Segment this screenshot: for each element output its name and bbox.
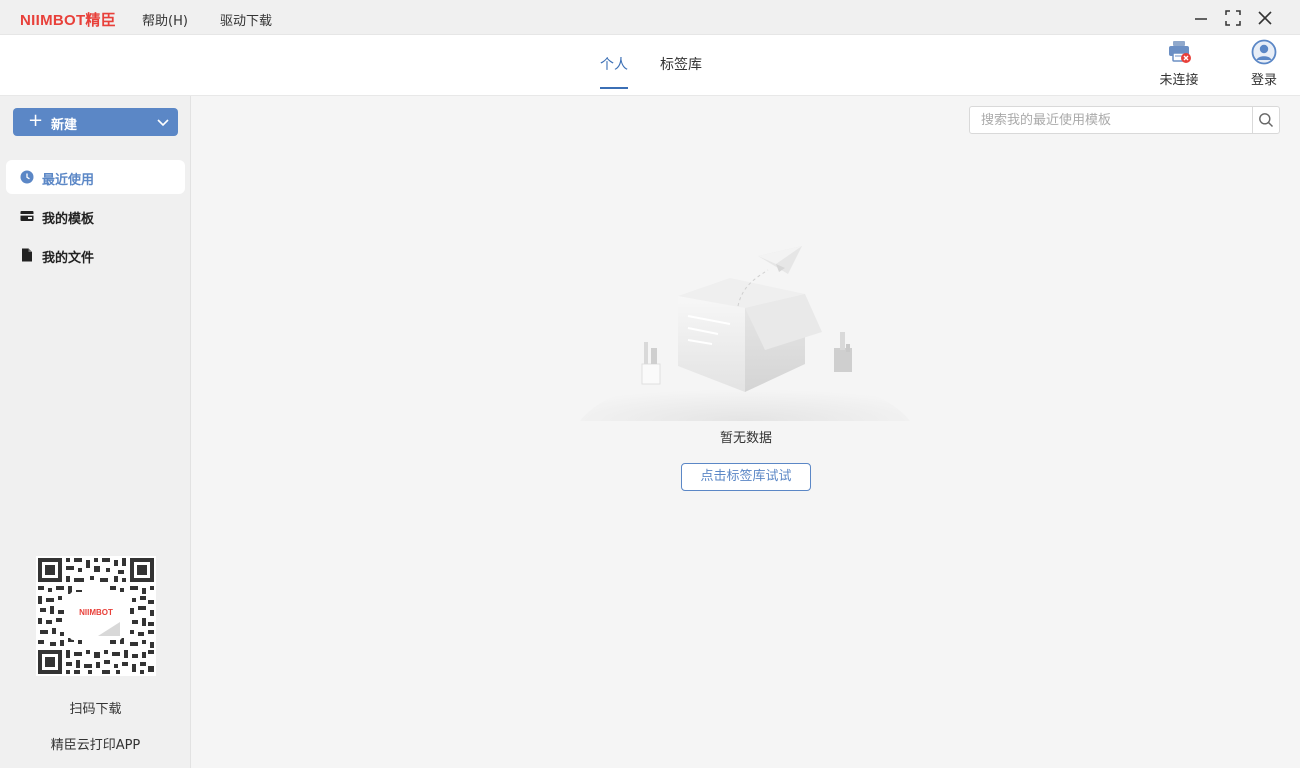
- sidebar-item-label: 最近使用: [42, 169, 94, 188]
- new-button-label: 新建: [51, 114, 77, 133]
- menu-driver-download[interactable]: 驱动下载: [220, 10, 272, 29]
- try-label-library-button[interactable]: 点击标签库试试: [681, 463, 811, 491]
- qr-caption-app: 精臣云打印APP: [0, 734, 191, 753]
- top-nav: 个人 标签库 未连接 登录: [0, 35, 1300, 96]
- file-icon: [20, 248, 34, 262]
- app-logo: NIIMBOT精臣: [20, 9, 116, 30]
- empty-box-illustration: [580, 236, 910, 426]
- sidebar-item-label: 我的模板: [42, 208, 94, 227]
- printer-disconnected-icon: [1166, 39, 1192, 65]
- tab-personal[interactable]: 个人: [600, 54, 628, 74]
- search-button[interactable]: [1252, 107, 1279, 133]
- user-icon: [1251, 39, 1277, 65]
- template-icon: [20, 209, 34, 223]
- login-label: 登录: [1239, 69, 1289, 88]
- download-qr-code: NIIMBOT: [36, 556, 156, 676]
- menu-help[interactable]: 帮助(H): [142, 10, 188, 29]
- qr-center-logo: NIIMBOT: [70, 608, 122, 617]
- tab-label-library[interactable]: 标签库: [660, 54, 702, 74]
- minimize-icon[interactable]: [1189, 6, 1213, 30]
- search-box: [969, 106, 1280, 134]
- search-icon: [1258, 112, 1274, 128]
- qr-caption-scan: 扫码下载: [0, 698, 191, 717]
- maximize-icon[interactable]: [1221, 6, 1245, 30]
- empty-state-text: 暂无数据: [0, 427, 1300, 446]
- login-button[interactable]: 登录: [1239, 39, 1289, 89]
- title-bar: NIIMBOT精臣 帮助(H) 驱动下载: [0, 0, 1300, 35]
- printer-status-label: 未连接: [1154, 69, 1204, 88]
- sidebar-item-my-files[interactable]: 我的文件: [6, 238, 185, 272]
- plus-icon: +: [28, 112, 43, 130]
- close-icon[interactable]: [1253, 6, 1277, 30]
- sidebar-item-my-templates[interactable]: 我的模板: [6, 199, 185, 233]
- sidebar-item-label: 我的文件: [42, 247, 94, 266]
- chevron-down-icon: [156, 115, 170, 129]
- search-input[interactable]: [970, 107, 1253, 133]
- active-tab-indicator: [600, 87, 628, 89]
- new-button[interactable]: + 新建: [13, 108, 178, 136]
- clock-icon: [20, 170, 34, 184]
- printer-status-button[interactable]: 未连接: [1154, 39, 1204, 89]
- sidebar-item-recent[interactable]: 最近使用: [6, 160, 185, 194]
